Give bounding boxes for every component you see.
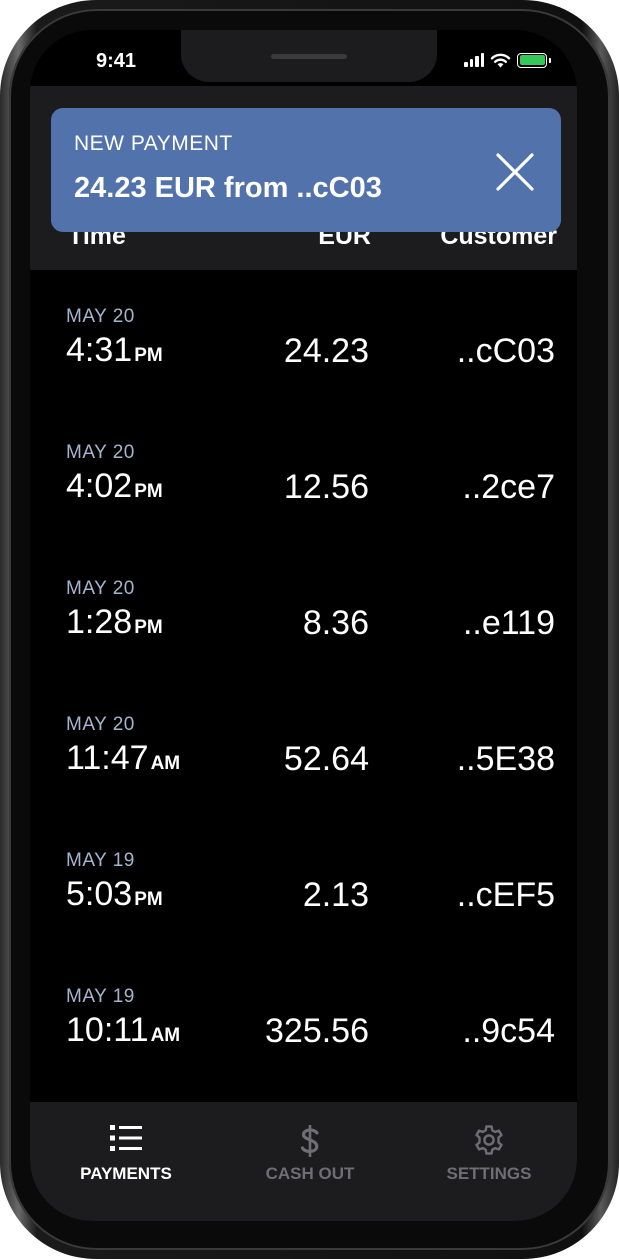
tab-payments[interactable]: PAYMENTS — [35, 1102, 217, 1202]
tab-settings[interactable]: SETTINGS — [398, 1102, 577, 1202]
payment-amount: 8.36 — [302, 604, 369, 642]
new-payment-notification[interactable]: NEW PAYMENT 24.23 EUR from ..cC03 — [51, 108, 561, 232]
payment-time-group: 1:28 PM — [66, 603, 163, 642]
close-notification-button[interactable] — [495, 152, 535, 192]
wifi-icon — [490, 53, 511, 67]
payment-ampm: AM — [150, 753, 181, 774]
payment-time-group: 4:02 PM — [66, 467, 163, 506]
payment-date: MAY 20 — [66, 442, 135, 463]
payment-ampm: AM — [150, 1025, 181, 1046]
status-icons — [464, 51, 551, 69]
payment-date: MAY 20 — [66, 306, 135, 327]
payment-customer: ..9c54 — [462, 1012, 555, 1050]
payment-time-group: 10:11 AM — [66, 1011, 180, 1050]
payment-time: 1:28 — [66, 603, 133, 641]
payment-ampm: PM — [134, 345, 163, 366]
payment-ampm: PM — [134, 889, 163, 910]
status-bar: 9:41 — [30, 30, 577, 86]
payment-date: MAY 20 — [66, 714, 135, 735]
payment-row[interactable]: MAY 20 4:31 PM 24.23 ..cC03 — [30, 270, 577, 406]
payment-ampm: PM — [134, 481, 163, 502]
payment-row[interactable]: MAY 19 10:11 AM 325.56 ..9c54 — [30, 950, 577, 1086]
payment-date: MAY 19 — [66, 850, 135, 871]
payment-time: 4:31 — [66, 331, 133, 369]
close-icon — [496, 153, 534, 191]
status-time: 9:41 — [96, 50, 137, 72]
payment-customer: ..cC03 — [456, 332, 555, 370]
tab-cash-out[interactable]: CASH OUT — [219, 1102, 401, 1202]
dollar-icon — [300, 1125, 319, 1157]
tab-label-cash-out: CASH OUT — [265, 1164, 355, 1183]
payment-amount: 325.56 — [265, 1012, 369, 1050]
notification-title: NEW PAYMENT — [74, 132, 233, 155]
payment-time-group: 11:47 AM — [66, 739, 180, 778]
phone-frame: 9:41 Time EUR Customer MAY 20 4:31 PM 24… — [0, 0, 619, 1259]
payment-customer: ..5E38 — [456, 740, 555, 778]
speaker-grille — [271, 54, 347, 59]
payment-time: 10:11 — [66, 1011, 149, 1049]
payment-amount: 24.23 — [283, 332, 369, 370]
payment-customer: ..2ce7 — [462, 468, 555, 506]
tab-label-settings: SETTINGS — [446, 1164, 532, 1183]
payments-list: MAY 20 4:31 PM 24.23 ..cC03 MAY 20 4:02 PM 12.56… — [30, 270, 577, 1102]
payment-date: MAY 19 — [66, 986, 135, 1007]
payment-row[interactable]: MAY 19 5:03 PM 2.13 ..cEF5 — [30, 814, 577, 950]
tab-label-payments: PAYMENTS — [80, 1164, 172, 1183]
payment-time: 5:03 — [66, 875, 133, 913]
payment-customer: ..cEF5 — [456, 876, 555, 914]
payment-customer: ..e119 — [462, 604, 555, 642]
payment-ampm: PM — [134, 617, 163, 638]
notification-message: 24.23 EUR from ..cC03 — [74, 172, 382, 204]
list-icon — [110, 1125, 142, 1151]
payment-time-group: 5:03 PM — [66, 875, 163, 914]
payment-amount: 2.13 — [302, 876, 369, 914]
notch — [181, 30, 437, 82]
tab-bar: PAYMENTS CASH OUT SETTINGS — [30, 1102, 577, 1221]
payment-amount: 52.64 — [283, 740, 369, 778]
payment-row[interactable]: MAY 20 1:28 PM 8.36 ..e119 — [30, 542, 577, 678]
payment-time-group: 4:31 PM — [66, 331, 163, 370]
cellular-signal-icon — [464, 53, 484, 67]
payment-row[interactable]: MAY 20 4:02 PM 12.56 ..2ce7 — [30, 406, 577, 542]
battery-icon — [517, 52, 551, 68]
payment-time: 11:47 — [66, 739, 149, 777]
payment-row[interactable]: MAY 20 11:47 AM 52.64 ..5E38 — [30, 678, 577, 814]
payment-date: MAY 20 — [66, 578, 135, 599]
payment-amount: 12.56 — [283, 468, 369, 506]
payment-time: 4:02 — [66, 467, 133, 505]
gear-icon — [475, 1125, 503, 1155]
